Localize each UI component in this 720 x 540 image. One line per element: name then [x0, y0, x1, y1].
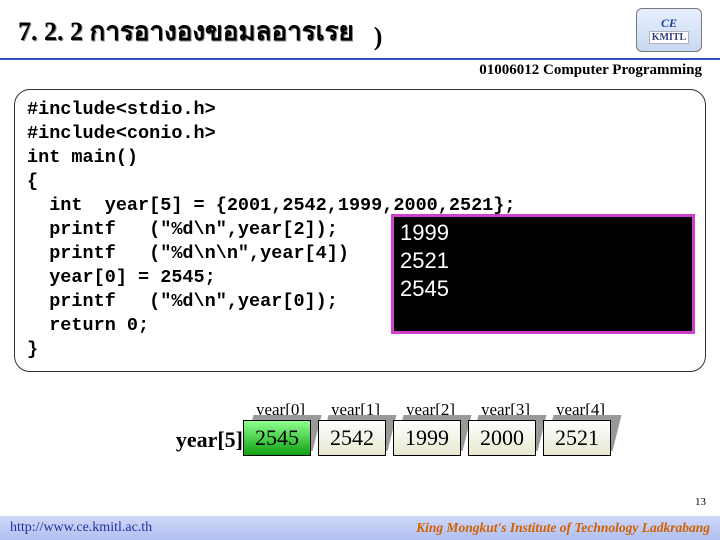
array-cell: 2542 — [318, 420, 393, 460]
logo-text-top: CE — [661, 16, 677, 31]
array-cell: 2000 — [468, 420, 543, 460]
cell-value: 1999 — [393, 420, 461, 456]
course-code: 01006012 Computer Programming — [0, 60, 720, 79]
output-line: 2545 — [400, 275, 692, 303]
logo: CE KMITL — [636, 8, 702, 52]
array-diagram: year[0] year[1] year[2] year[3] year[4] … — [168, 400, 708, 460]
array-cell: 1999 — [393, 420, 468, 460]
output-console: 1999 2521 2545 — [391, 214, 695, 334]
code-line: } — [27, 338, 693, 362]
footer-org: King Mongkut's Institute of Technology L… — [416, 520, 710, 536]
code-line: { — [27, 170, 693, 194]
output-line: 2521 — [400, 247, 692, 275]
code-listing: #include<stdio.h> #include<conio.h> int … — [14, 89, 706, 372]
array-name: year[5] — [168, 427, 243, 453]
section-title: 7. 2. 2 การอางองขอมลอารเรย — [18, 11, 354, 52]
footer-url: http://www.ce.kmitl.ac.th — [10, 520, 152, 536]
array-cell: 2521 — [543, 420, 618, 460]
header: 7. 2. 2 การอางองขอมลอารเรย ) CE KMITL — [0, 0, 720, 60]
output-line: 1999 — [400, 219, 692, 247]
cell-value: 2542 — [318, 420, 386, 456]
code-line: int main() — [27, 146, 693, 170]
cell-value: 2545 — [243, 420, 311, 456]
logo-text-bottom: KMITL — [649, 31, 689, 44]
cell-value: 2521 — [543, 420, 611, 456]
page-number: 13 — [695, 496, 706, 508]
array-cells: 2545 2542 1999 2000 2521 — [243, 420, 618, 460]
heading-paren: ) — [374, 22, 383, 52]
cell-value: 2000 — [468, 420, 536, 456]
code-line: #include<stdio.h> — [27, 98, 693, 122]
footer: http://www.ce.kmitl.ac.th King Mongkut's… — [0, 516, 720, 540]
array-cell: 2545 — [243, 420, 318, 460]
code-line: #include<conio.h> — [27, 122, 693, 146]
